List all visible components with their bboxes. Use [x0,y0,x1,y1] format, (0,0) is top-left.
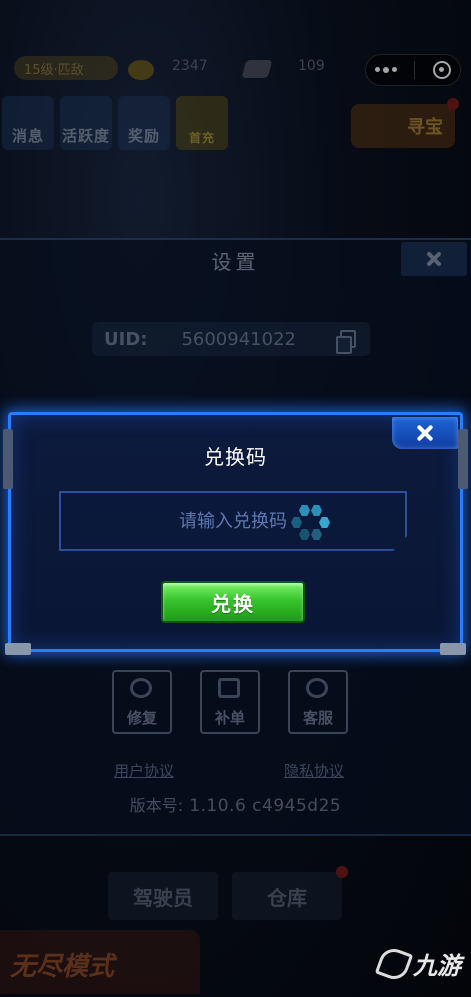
watermark-logo-icon [374,944,414,983]
redeem-button[interactable]: 兑换 [161,581,305,623]
corner-ornament [440,643,466,655]
dialog-title: 兑换码 [204,445,267,469]
redeem-code-input[interactable] [59,491,407,551]
watermark-text: 九游 [413,952,461,980]
corner-ornament [5,643,31,655]
redeem-code-dialog: 兑换码 兑换 [3,412,468,655]
loading-spinner-icon [289,505,335,547]
site-watermark: 九游 [374,944,461,983]
